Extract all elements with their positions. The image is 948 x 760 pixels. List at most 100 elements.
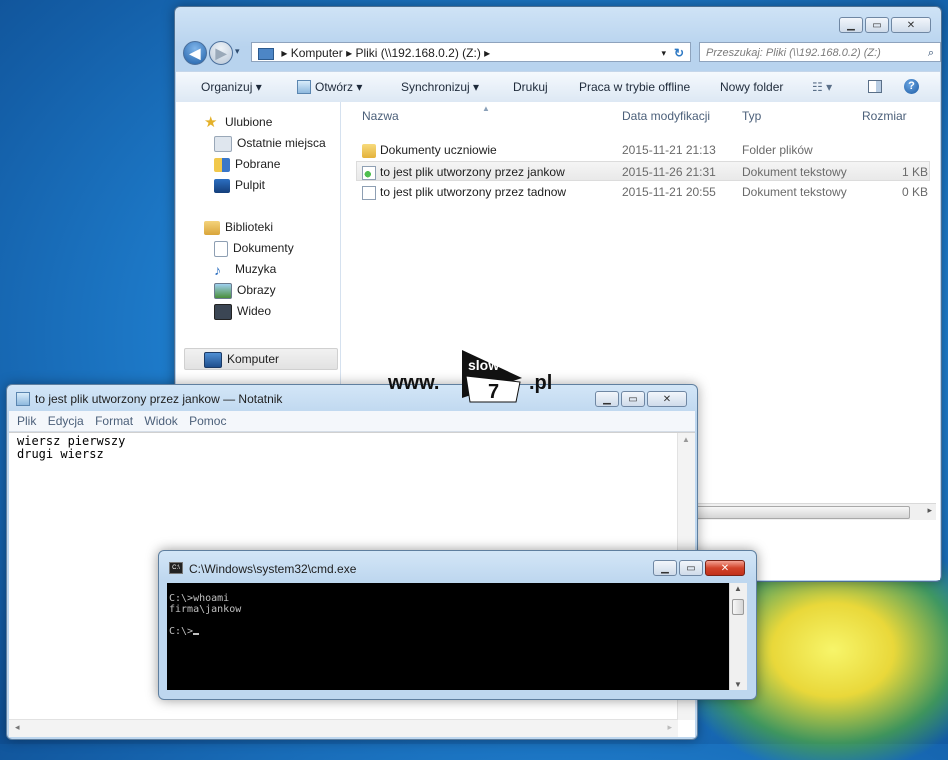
work-offline-button[interactable]: Praca w trybie offline <box>579 72 690 102</box>
nav-pictures-label: Obrazy <box>237 283 276 297</box>
sync-document-icon <box>362 165 376 180</box>
notepad-app-icon <box>297 80 311 94</box>
text-line: drugi wiersz <box>17 447 104 461</box>
notepad-content[interactable]: wiersz pierwszy drugi wiersz <box>17 435 125 461</box>
nav-music[interactable]: ♪ Muzyka <box>214 259 276 279</box>
menu-edit[interactable]: Edycja <box>48 411 84 431</box>
breadcrumb-computer[interactable]: Komputer <box>291 46 343 60</box>
address-dropdown-icon[interactable]: ▾ <box>661 43 666 63</box>
notepad-title: to jest plik utworzony przez jankow — No… <box>35 392 283 406</box>
cmd-window-controls: ▁ ▭ ✕ <box>653 560 745 576</box>
scroll-up-arrow-icon[interactable]: ▲ <box>682 435 690 444</box>
star-icon: ★ <box>204 113 218 131</box>
watermark-flag-icon: slow 7 <box>462 350 522 403</box>
scrollbar-thumb[interactable] <box>696 506 910 519</box>
menu-view[interactable]: Widok <box>144 411 177 431</box>
cmd-window: C:\ C:\Windows\system32\cmd.exe ▁ ▭ ✕ C:… <box>158 550 757 700</box>
close-button[interactable]: ✕ <box>705 560 745 576</box>
nav-desktop[interactable]: Pulpit <box>214 175 265 195</box>
file-size: 1 KB <box>901 165 928 179</box>
table-row[interactable]: Dokumenty uczniowie 2015-11-21 21:13 Fol… <box>356 140 930 160</box>
libraries-icon <box>204 220 220 235</box>
nav-recent-places[interactable]: Ostatnie miejsca <box>214 133 326 153</box>
file-modified: 2015-11-21 20:55 <box>622 185 716 199</box>
cmd-vertical-scrollbar[interactable]: ▲ ▼ <box>729 583 747 690</box>
console-icon: C:\ <box>169 562 183 574</box>
scroll-up-arrow-icon[interactable]: ▲ <box>734 584 742 593</box>
slow7-watermark-logo: www. slow 7 .pl <box>386 348 566 404</box>
back-button[interactable]: ◀ <box>183 41 207 65</box>
minimize-button[interactable]: ▁ <box>653 560 677 576</box>
address-row: ◀ ▶ ▾ ▸ Komputer ▸ Pliki (\\192.168.0.2)… <box>183 41 941 65</box>
nav-computer[interactable]: Komputer <box>204 349 279 369</box>
column-header-size[interactable]: Rozmiar <box>862 106 907 126</box>
minimize-button[interactable]: ▁ <box>595 391 619 407</box>
scroll-right-arrow-icon[interactable]: ▸ <box>667 722 672 733</box>
maximize-button[interactable]: ▭ <box>865 17 889 33</box>
maximize-button[interactable]: ▭ <box>679 560 703 576</box>
nav-downloads[interactable]: Pobrane <box>214 154 280 174</box>
notepad-menu-bar: Plik Edycja Format Widok Pomoc <box>9 411 695 432</box>
maximize-button[interactable]: ▭ <box>621 391 645 407</box>
breadcrumb-share[interactable]: Pliki (\\192.168.0.2) (Z:) <box>355 46 480 60</box>
nav-recent-label: Ostatnie miejsca <box>237 136 326 150</box>
new-folder-button[interactable]: Nowy folder <box>720 72 783 102</box>
close-button[interactable]: ✕ <box>891 17 931 33</box>
file-type: Dokument tekstowy <box>742 165 847 179</box>
watermark-number: 7 <box>488 381 499 403</box>
file-type: Folder plików <box>742 143 813 157</box>
nav-libraries-label: Biblioteki <box>225 220 274 234</box>
nav-music-label: Muzyka <box>235 262 277 276</box>
documents-icon <box>214 240 228 257</box>
print-button[interactable]: Drukuj <box>513 72 548 102</box>
video-icon <box>214 303 232 320</box>
notepad-window-controls: ▁ ▭ ✕ <box>595 391 687 407</box>
help-icon[interactable]: ? <box>904 79 919 94</box>
scroll-right-arrow-icon[interactable]: ▸ <box>927 505 932 516</box>
column-header-modified[interactable]: Data modyfikacji <box>622 106 710 126</box>
view-options-icon[interactable]: ☷ ▾ <box>812 72 832 102</box>
scroll-down-arrow-icon[interactable]: ▼ <box>734 680 742 689</box>
menu-help[interactable]: Pomoc <box>189 411 226 431</box>
nav-libraries[interactable]: Biblioteki <box>204 217 273 237</box>
forward-button[interactable]: ▶ <box>209 41 233 65</box>
file-name: to jest plik utworzony przez tadnow <box>380 185 567 199</box>
computer-icon <box>204 351 222 368</box>
column-header-name[interactable]: Nazwa <box>362 106 399 126</box>
console-line: C:\>whoami <box>169 593 230 604</box>
open-button[interactable]: Otwórz ▾ <box>315 72 362 102</box>
scroll-left-arrow-icon[interactable]: ◂ <box>15 722 20 733</box>
notepad-horizontal-scrollbar[interactable]: ◂ ▸ <box>9 719 678 737</box>
notepad-app-icon <box>16 392 30 406</box>
table-row[interactable]: to jest plik utworzony przez jankow 2015… <box>356 161 930 181</box>
menu-file[interactable]: Plik <box>17 411 36 431</box>
nav-video[interactable]: Wideo <box>214 301 271 321</box>
address-bar[interactable]: ▸ Komputer ▸ Pliki (\\192.168.0.2) (Z:) … <box>251 42 691 62</box>
scrollbar-thumb[interactable] <box>732 599 744 615</box>
text-document-icon <box>362 185 376 200</box>
console-text: C:\>whoami firma\jankow C:\> <box>169 593 241 637</box>
nav-documents-label: Dokumenty <box>233 241 294 255</box>
preview-pane-icon[interactable] <box>868 80 882 93</box>
search-input[interactable]: Przeszukaj: Pliki (\\192.168.0.2) (Z:) ⌕ <box>699 42 941 62</box>
nav-favorites[interactable]: ★ Ulubione <box>204 112 272 132</box>
refresh-icon[interactable]: ↻ <box>674 43 684 63</box>
minimize-button[interactable]: ▁ <box>839 17 863 33</box>
recent-pages-dropdown-icon[interactable]: ▾ <box>235 46 240 57</box>
folder-icon <box>362 143 376 158</box>
nav-documents[interactable]: Dokumenty <box>214 238 294 258</box>
console-output[interactable]: C:\>whoami firma\jankow C:\> <box>167 583 729 690</box>
organize-button[interactable]: Organizuj ▾ <box>201 72 262 102</box>
table-row[interactable]: to jest plik utworzony przez tadnow 2015… <box>356 182 930 202</box>
close-button[interactable]: ✕ <box>647 391 687 407</box>
search-icon[interactable]: ⌕ <box>928 43 934 63</box>
column-header-type[interactable]: Typ <box>742 106 761 126</box>
nav-pictures[interactable]: Obrazy <box>214 280 276 300</box>
sync-button[interactable]: Synchronizuj ▾ <box>401 72 479 102</box>
explorer-window-controls: ▁ ▭ ✕ <box>839 17 931 33</box>
menu-format[interactable]: Format <box>95 411 133 431</box>
console-line: firma\jankow <box>169 604 242 615</box>
file-modified: 2015-11-21 21:13 <box>622 143 716 157</box>
explorer-horizontal-scrollbar[interactable]: ▸ <box>696 503 936 520</box>
recent-places-icon <box>214 135 232 152</box>
